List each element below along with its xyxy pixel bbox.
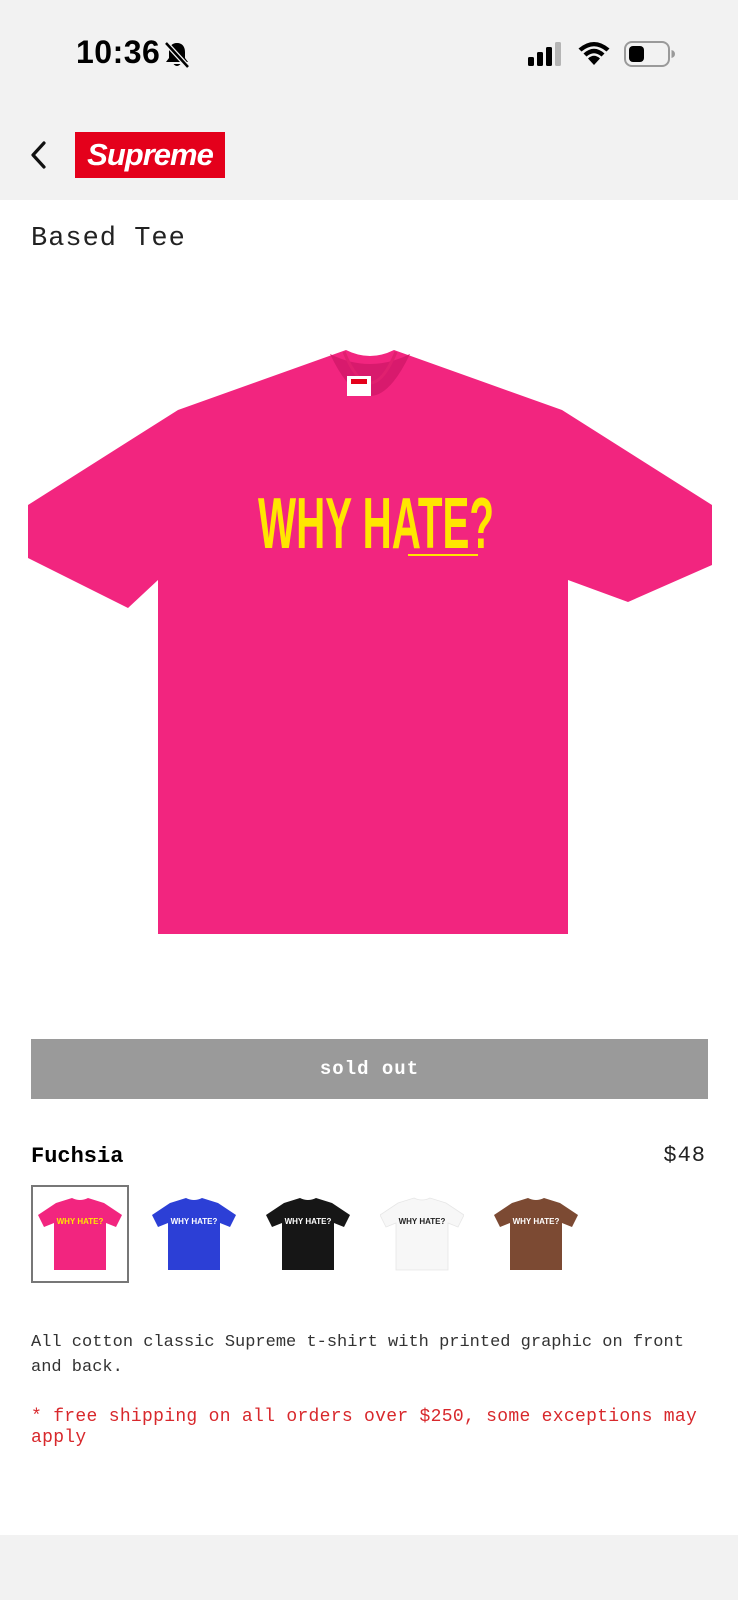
shirt-graphic-text: WHY HATE? [258, 484, 494, 564]
svg-text:WHY HATE?: WHY HATE? [513, 1217, 560, 1226]
tshirt-thumbnail: WHY HATE? [266, 1198, 350, 1270]
swatch-fuchsia[interactable]: WHY HATE? [31, 1185, 129, 1283]
battery-icon [624, 41, 676, 72]
nav-bar: Supreme [0, 108, 738, 200]
product-description: All cotton classic Supreme t-shirt with … [31, 1333, 684, 1377]
wifi-icon [577, 40, 611, 71]
tshirt-thumbnail: WHY HATE? [494, 1198, 578, 1270]
status-bar: 10:36 [0, 0, 738, 108]
sold-out-button[interactable]: sold out [31, 1039, 708, 1099]
selected-color-name: Fuchsia [31, 1144, 124, 1169]
tshirt-thumbnail: WHY HATE? [38, 1198, 122, 1270]
svg-text:WHY HATE?: WHY HATE? [171, 1217, 218, 1226]
supreme-logo[interactable]: Supreme [75, 132, 225, 178]
swatch-brown[interactable]: WHY HATE? [487, 1185, 585, 1283]
shipping-note: * free shipping on all orders over $250,… [31, 1407, 698, 1448]
tshirt-thumbnail: WHY HATE? [152, 1198, 236, 1270]
color-swatches: WHY HATE? WHY HATE? WHY HATE? WHY HATE? … [31, 1185, 631, 1285]
status-time: 10:36 [76, 34, 161, 70]
swatch-royal[interactable]: WHY HATE? [145, 1185, 243, 1283]
swatch-black[interactable]: WHY HATE? [259, 1185, 357, 1283]
tshirt-thumbnail: WHY HATE? [380, 1197, 464, 1271]
chevron-left-icon [31, 141, 46, 169]
price: $48 [663, 1143, 706, 1168]
cellular-signal-icon [528, 42, 564, 71]
product-image: WHY HATE? [28, 340, 712, 946]
svg-text:WHY HATE?: WHY HATE? [57, 1217, 104, 1226]
bottom-bar [0, 1535, 738, 1600]
svg-text:WHY HATE?: WHY HATE? [285, 1217, 332, 1226]
svg-text:WHY HATE?: WHY HATE? [399, 1217, 446, 1226]
back-button[interactable] [26, 138, 52, 172]
swatch-white[interactable]: WHY HATE? [373, 1185, 471, 1283]
product-title: Based Tee [31, 224, 186, 254]
bell-slash-icon [163, 40, 191, 75]
